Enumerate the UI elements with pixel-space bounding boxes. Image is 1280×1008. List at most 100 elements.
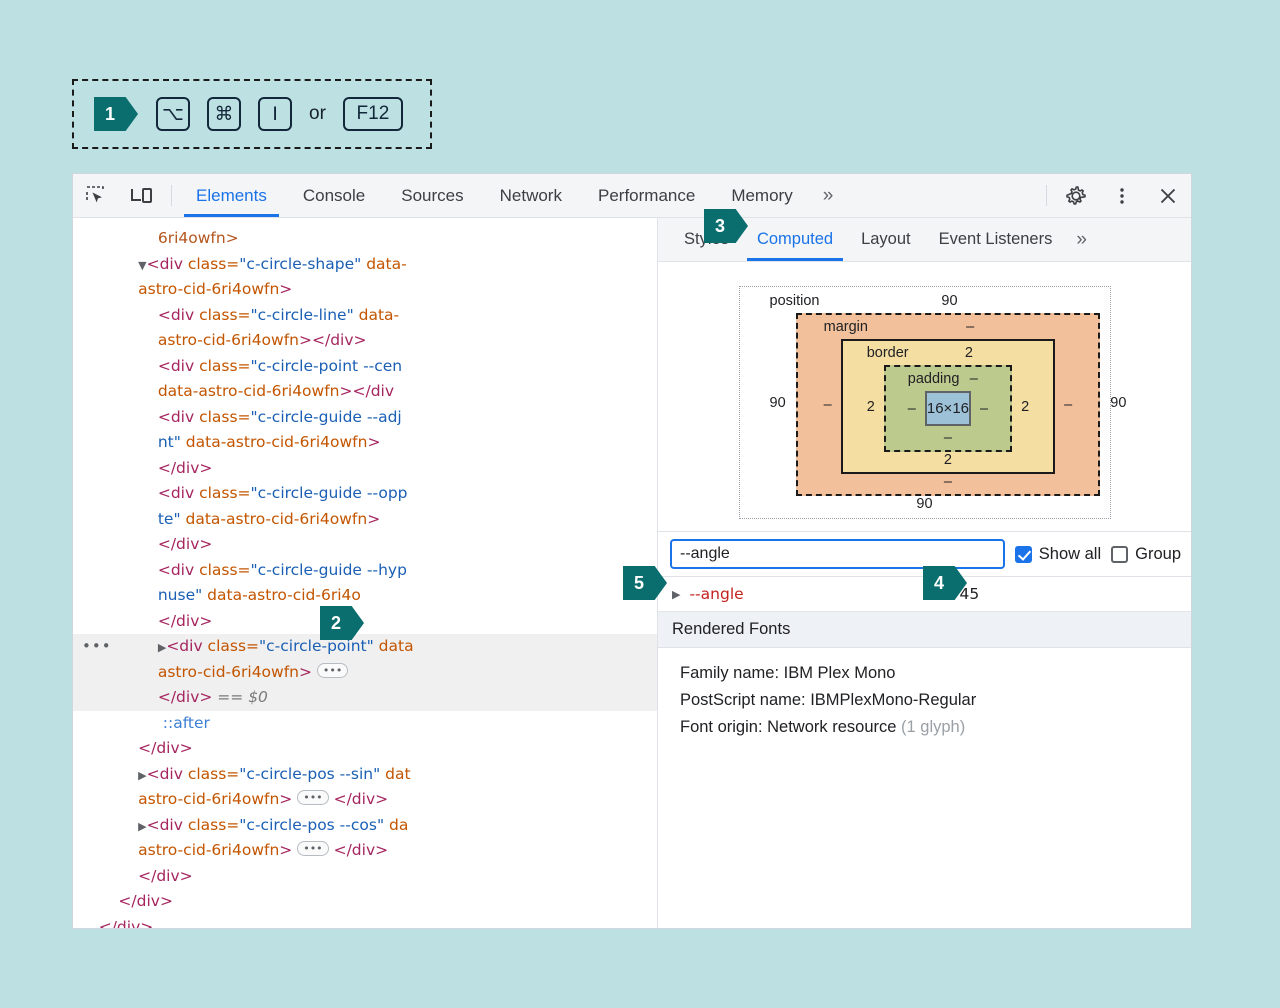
- box-model-position-right[interactable]: 90: [1110, 395, 1126, 411]
- expand-chevron-icon[interactable]: ▶: [672, 588, 680, 601]
- dom-tree-line[interactable]: astro-cid-6ri4owfn>: [73, 277, 657, 303]
- dom-indent: [79, 739, 138, 757]
- dom-indent: [79, 816, 138, 834]
- box-model-margin-left[interactable]: –: [824, 397, 832, 413]
- box-model-border-top[interactable]: 2: [909, 345, 1030, 361]
- dom-tree-line[interactable]: <div class="c-circle-guide --opp: [73, 481, 657, 507]
- show-all-checkbox-wrap[interactable]: Show all: [1015, 545, 1101, 564]
- box-model-border-right[interactable]: 2: [1021, 399, 1029, 415]
- dom-token-attr: class=: [208, 637, 259, 655]
- dom-tree-line[interactable]: <div class="c-circle-guide --adj: [73, 405, 657, 431]
- box-model-margin-top[interactable]: –: [868, 319, 1072, 335]
- box-model-position-bottom[interactable]: 90: [770, 496, 1080, 512]
- dom-tree-line[interactable]: astro-cid-6ri4owfn></div>: [73, 328, 657, 354]
- dom-tree-line[interactable]: </div>: [73, 889, 657, 915]
- dom-tree-line[interactable]: nt" data-astro-cid-6ri4owfn>: [73, 430, 657, 456]
- box-model-position-left[interactable]: 90: [770, 395, 786, 411]
- dom-token-tag: <div: [158, 357, 199, 375]
- dom-tree-line[interactable]: ▶<div class="c-circle-pos --cos" da: [73, 813, 657, 839]
- dom-tree-line[interactable]: <div class="c-circle-point --cen: [73, 354, 657, 380]
- dom-token-tag: <div: [158, 408, 199, 426]
- filter-input[interactable]: [670, 539, 1005, 569]
- box-model-padding-right[interactable]: –: [980, 401, 988, 417]
- sidebar-more-chevron-icon[interactable]: »: [1066, 218, 1097, 261]
- more-tabs-chevron-icon[interactable]: »: [811, 174, 846, 217]
- dom-tree-line[interactable]: astro-cid-6ri4owfn> ••• </div>: [73, 838, 657, 864]
- dom-tree-line[interactable]: </div>: [73, 915, 657, 929]
- tab-console-label: Console: [303, 186, 365, 206]
- dom-token-attr: class=: [188, 765, 239, 783]
- dom-tree-line[interactable]: </div>: [73, 609, 657, 635]
- show-all-checkbox[interactable]: [1015, 546, 1032, 563]
- box-model-border-left[interactable]: 2: [867, 399, 875, 415]
- dom-token-tag: <div: [158, 484, 199, 502]
- box-model-padding-bottom[interactable]: –: [908, 430, 988, 446]
- dom-tree-line[interactable]: </div> == $0: [73, 685, 657, 711]
- box-model: position 90 90 margin –: [739, 286, 1111, 519]
- dom-tree-line[interactable]: astro-cid-6ri4owfn> •••: [73, 660, 657, 686]
- dom-overflow-dots-icon[interactable]: •••: [82, 634, 112, 660]
- dom-tree-line[interactable]: 6ri4owfn>: [73, 226, 657, 252]
- dom-tree-line[interactable]: ▶<div class="c-circle-point" data•••: [73, 634, 657, 660]
- dom-indent: [79, 484, 158, 502]
- dom-tree-line[interactable]: </div>: [73, 456, 657, 482]
- box-model-margin-right[interactable]: –: [1064, 397, 1072, 413]
- tab-elements[interactable]: Elements: [178, 174, 285, 217]
- disclosure-triangle-icon[interactable]: ▼: [138, 259, 146, 272]
- group-checkbox[interactable]: [1111, 546, 1128, 563]
- dom-token-attr: data-astro-cid-6ri4owfn: [181, 510, 368, 528]
- tab-layout[interactable]: Layout: [847, 218, 925, 261]
- dom-tree-line[interactable]: <div class="c-circle-guide --hyp: [73, 558, 657, 584]
- tab-sources[interactable]: Sources: [383, 174, 481, 217]
- tab-network[interactable]: Network: [482, 174, 580, 217]
- tab-performance[interactable]: Performance: [580, 174, 713, 217]
- collapsed-children-icon[interactable]: •••: [297, 841, 328, 856]
- box-model-padding-left[interactable]: –: [908, 401, 916, 417]
- dom-indent: [79, 841, 138, 859]
- box-model-border-label: border: [867, 345, 909, 361]
- dom-tree-pane[interactable]: 6ri4owfn> ▼<div class="c-circle-shape" d…: [73, 218, 658, 928]
- tab-event-listeners[interactable]: Event Listeners: [925, 218, 1067, 261]
- box-model-margin-bottom[interactable]: –: [824, 474, 1073, 490]
- inspect-element-icon[interactable]: [73, 174, 119, 217]
- box-model-content-box[interactable]: 16×16: [925, 391, 971, 426]
- tab-computed[interactable]: Computed: [743, 218, 847, 261]
- collapsed-children-icon[interactable]: •••: [297, 790, 328, 805]
- dom-tree-line[interactable]: ▶<div class="c-circle-pos --sin" dat: [73, 762, 657, 788]
- dom-token-pseudo: ::after: [158, 714, 210, 732]
- dom-token-val: "c-circle-shape": [239, 255, 361, 273]
- dom-tree-line[interactable]: astro-cid-6ri4owfn> ••• </div>: [73, 787, 657, 813]
- box-model-position-top[interactable]: 90: [819, 293, 1079, 309]
- dom-tree-line[interactable]: </div>: [73, 736, 657, 762]
- collapsed-children-icon[interactable]: •••: [317, 663, 348, 678]
- disclosure-triangle-icon[interactable]: ▶: [138, 769, 146, 782]
- dom-tree-line[interactable]: nuse" data-astro-cid-6ri4o: [73, 583, 657, 609]
- close-icon[interactable]: [1145, 174, 1191, 217]
- step-badge-1: 1: [94, 97, 138, 131]
- tab-console[interactable]: Console: [285, 174, 383, 217]
- dom-tree-line[interactable]: data-astro-cid-6ri4owfn></div: [73, 379, 657, 405]
- dom-token-attr: data-: [361, 255, 406, 273]
- dom-indent: [79, 663, 158, 681]
- dom-token-tag: </div>: [138, 867, 193, 885]
- box-model-border-layer: border 2 2 paddi: [841, 339, 1055, 474]
- dom-tree-line[interactable]: </div>: [73, 864, 657, 890]
- dom-token-tag: >: [279, 841, 297, 859]
- dom-tree-line[interactable]: ::after: [73, 711, 657, 737]
- dom-tree-line[interactable]: te" data-astro-cid-6ri4owfn>: [73, 507, 657, 533]
- device-toolbar-icon[interactable]: [119, 174, 165, 217]
- disclosure-triangle-icon[interactable]: ▶: [138, 820, 146, 833]
- dom-tree-line[interactable]: <div class="c-circle-line" data-: [73, 303, 657, 329]
- shortcut-hint-strip: 1 ⌥ ⌘ I or F12: [72, 79, 432, 149]
- group-checkbox-wrap[interactable]: Group: [1111, 545, 1181, 564]
- dom-token-attr: astro-cid-6ri4owfn: [158, 331, 299, 349]
- dom-indent: [79, 867, 138, 885]
- dom-tree-line[interactable]: ▼<div class="c-circle-shape" data-: [73, 252, 657, 278]
- rendered-fonts-header[interactable]: Rendered Fonts: [658, 612, 1191, 648]
- gear-icon[interactable]: [1053, 174, 1099, 217]
- box-model-padding-top[interactable]: –: [959, 371, 988, 387]
- kebab-menu-icon[interactable]: [1099, 174, 1145, 217]
- dom-token-attr: astro-cid-6ri4owfn: [138, 841, 279, 859]
- box-model-border-bottom[interactable]: 2: [867, 452, 1029, 468]
- dom-tree-line[interactable]: </div>: [73, 532, 657, 558]
